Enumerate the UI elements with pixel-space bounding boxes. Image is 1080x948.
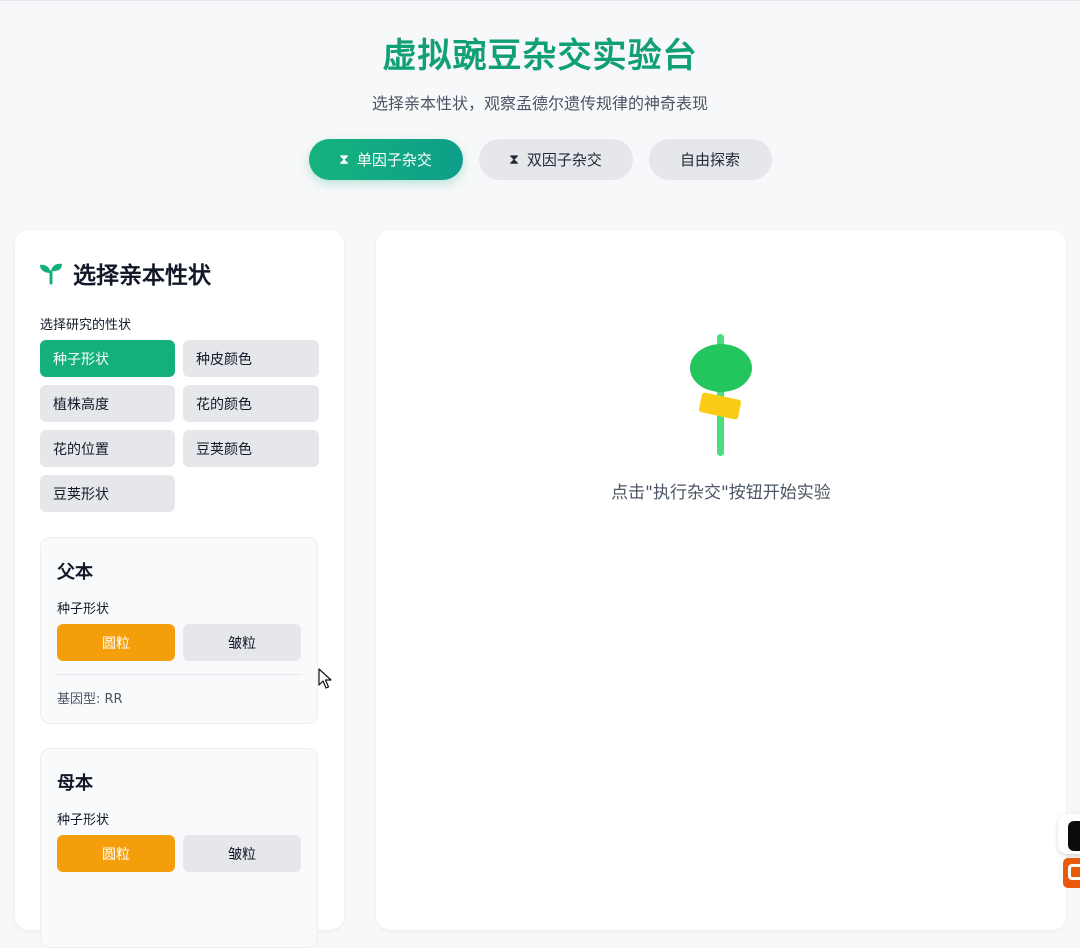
- start-hint: 点击"执行杂交"按钮开始实验: [611, 483, 831, 503]
- divider: [57, 674, 302, 675]
- trait-grid: 种子形状 种皮颜色 植株高度 花的颜色 花的位置 豆荚颜色 豆荚形状: [40, 340, 319, 512]
- mother-trait-label: 种子形状: [57, 813, 110, 828]
- mouse-cursor-icon: [318, 668, 332, 689]
- trait-seed-shape[interactable]: 种子形状: [40, 340, 175, 377]
- floating-brand-badge[interactable]: [1063, 858, 1080, 888]
- brand-icon: [1068, 864, 1080, 880]
- tab-label: 单因子杂交: [356, 151, 432, 169]
- hourglass-icon: ⧗: [339, 151, 349, 168]
- father-trait-label: 种子形状: [57, 602, 110, 617]
- father-option-wrinkled[interactable]: 皱粒: [183, 624, 301, 661]
- panel-title-text: 选择亲本性状: [73, 263, 211, 289]
- father-options: 圆粒 皱粒: [57, 624, 301, 661]
- trait-pod-color[interactable]: 豆荚颜色: [183, 430, 319, 467]
- tab-dihybrid-cross[interactable]: ⧗ 双因子杂交: [478, 139, 633, 180]
- mother-card: 母本 种子形状 圆粒 皱粒: [40, 748, 318, 948]
- result-panel: 点击"执行杂交"按钮开始实验: [376, 230, 1066, 930]
- mother-options: 圆粒 皱粒: [57, 835, 301, 872]
- father-title: 父本: [57, 562, 93, 583]
- trait-flower-color[interactable]: 花的颜色: [183, 385, 319, 422]
- trait-seed-coat-color[interactable]: 种皮颜色: [183, 340, 319, 377]
- panel-title: 选择亲本性状: [39, 256, 211, 290]
- trait-plant-height[interactable]: 植株高度: [40, 385, 175, 422]
- pea-plant-icon: [690, 334, 752, 456]
- father-genotype: 基因型: RR: [57, 692, 123, 707]
- tab-monohybrid-cross[interactable]: ⧗ 单因子杂交: [308, 139, 463, 180]
- trait-flower-position[interactable]: 花的位置: [40, 430, 175, 467]
- tab-label: 双因子杂交: [526, 151, 602, 169]
- mode-tabs: ⧗ 单因子杂交 ⧗ 双因子杂交 自由探索: [0, 139, 1080, 180]
- trait-pod-shape[interactable]: 豆荚形状: [40, 475, 175, 512]
- hourglass-icon: ⧗: [509, 151, 519, 168]
- sprout-icon: [40, 263, 62, 285]
- parent-selection-panel: 选择亲本性状 选择研究的性状 种子形状 种皮颜色 植株高度 花的颜色 花的位置 …: [15, 230, 344, 948]
- father-option-round[interactable]: 圆粒: [57, 624, 175, 661]
- widget-icon: [1068, 821, 1080, 851]
- mother-option-round[interactable]: 圆粒: [57, 835, 175, 872]
- floating-widget-button[interactable]: [1058, 814, 1080, 854]
- tab-free-explore[interactable]: 自由探索: [648, 139, 772, 180]
- father-card: 父本 种子形状 圆粒 皱粒 基因型: RR: [40, 537, 318, 724]
- page-subtitle: 选择亲本性状，观察孟德尔遗传规律的神奇表现: [371, 94, 708, 113]
- page-title: 虚拟豌豆杂交实验台: [382, 36, 698, 76]
- top-divider: [0, 0, 1080, 1]
- mother-option-wrinkled[interactable]: 皱粒: [183, 835, 301, 872]
- trait-section-label: 选择研究的性状: [40, 318, 132, 333]
- tab-label: 自由探索: [679, 151, 740, 169]
- mother-title: 母本: [57, 773, 93, 794]
